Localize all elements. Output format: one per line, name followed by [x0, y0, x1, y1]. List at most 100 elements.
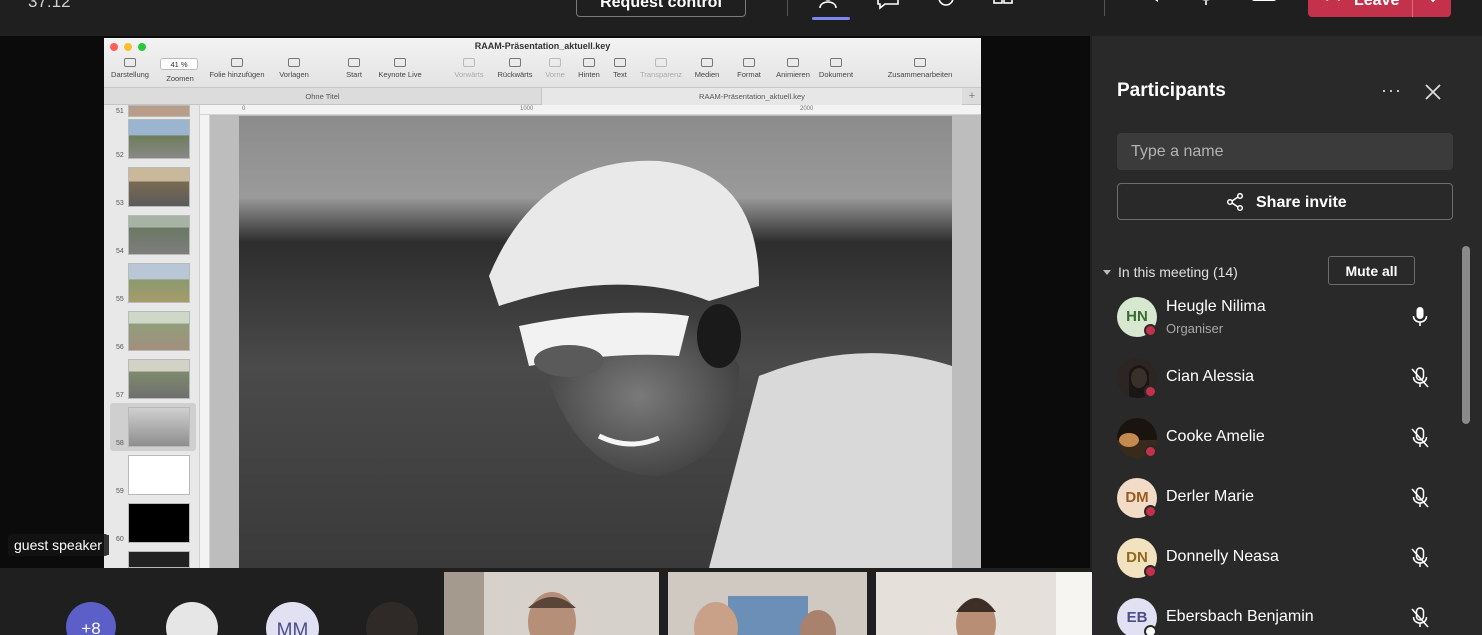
toolbar-text[interactable]: Text — [608, 58, 632, 79]
people-icon[interactable] — [818, 0, 844, 12]
reactions-icon[interactable] — [933, 0, 959, 12]
mute-all-button[interactable]: Mute all — [1328, 256, 1415, 285]
toolbar-zoomen: Zoomen — [162, 74, 198, 83]
participant-video-tile[interactable] — [668, 572, 867, 635]
toolbar-label: Darstellung — [111, 70, 149, 79]
transparency-icon — [655, 58, 667, 67]
slide-number: 53 — [116, 200, 124, 207]
leave-divider — [1412, 0, 1413, 17]
share-tray-icon[interactable] — [1251, 0, 1277, 12]
bring-forward-icon — [463, 58, 475, 67]
toolbar-vorne[interactable]: Vorne — [542, 58, 568, 79]
participant-search-input[interactable] — [1117, 133, 1453, 170]
keynote-window[interactable]: RAAM-Präsentation_aktuell.key Darstellun… — [104, 38, 981, 568]
mic-off-icon[interactable] — [1410, 427, 1430, 449]
slide-thumbnail[interactable] — [128, 551, 190, 568]
slide-thumbnail[interactable] — [128, 359, 190, 399]
mic-off-icon[interactable] — [1410, 547, 1430, 569]
slide-thumbnail[interactable] — [128, 503, 190, 543]
toolbar-zusammenarbeiten[interactable]: Zusammenarbeiten — [884, 58, 956, 79]
speaker-tag-tab — [104, 535, 109, 555]
participant-name: Donnelly Neasa — [1166, 548, 1279, 565]
mic-icon[interactable] — [1193, 0, 1219, 12]
status-badge — [1144, 324, 1157, 337]
toolbar-folie-hinzufuegen[interactable]: Folie hinzufügen — [206, 58, 268, 79]
in-meeting-section-header[interactable]: In this meeting (14) — [1103, 264, 1238, 280]
participant-video-tile[interactable] — [444, 572, 659, 635]
participant-row[interactable]: Cian Alessia — [1117, 356, 1447, 400]
chevron-down-icon[interactable] — [1426, 0, 1440, 6]
slide-navigator[interactable]: 51 52 53 54 55 56 57 58 59 60 — [104, 105, 200, 568]
more-icon[interactable] — [1048, 0, 1074, 12]
participant-photo-avatar[interactable] — [366, 602, 418, 635]
rooms-icon[interactable] — [990, 0, 1016, 12]
mic-on-icon[interactable] — [1410, 306, 1430, 328]
ruler-mark: 2000 — [800, 106, 814, 112]
slide-thumbnail[interactable] — [128, 455, 190, 495]
toolbar-medien[interactable]: Medien — [692, 58, 722, 79]
send-to-back-icon — [583, 58, 595, 67]
zoom-select[interactable]: 41 % — [160, 58, 198, 70]
toolbar-label: Vorne — [545, 70, 565, 79]
participant-row[interactable]: EB Ebersbach Benjamin — [1117, 596, 1447, 635]
document-icon — [830, 58, 842, 67]
toolbar-label: Folie hinzufügen — [209, 70, 265, 79]
toolbar-label: Start — [346, 70, 362, 79]
slide-number: 59 — [116, 488, 124, 495]
collaborate-icon — [914, 58, 926, 67]
participant-initials-avatar[interactable]: MM — [266, 602, 319, 635]
slide-thumbnail[interactable] — [128, 119, 190, 159]
toolbar-format[interactable]: Format — [734, 58, 764, 79]
participant-row[interactable]: Cooke Amelie — [1117, 416, 1447, 460]
toolbar-vorlagen[interactable]: Vorlagen — [276, 58, 312, 79]
participant-row[interactable]: HN Heugle Nilima Organiser — [1117, 295, 1447, 339]
slide-thumbnail[interactable] — [128, 167, 190, 207]
toolbar-hinten[interactable]: Hinten — [574, 58, 604, 79]
mic-off-icon[interactable] — [1410, 607, 1430, 629]
toolbar-label: Zoomen — [166, 74, 194, 83]
participant-video-tile[interactable] — [876, 572, 1092, 635]
request-control-button[interactable]: Request control — [576, 0, 746, 17]
participant-photo-avatar[interactable] — [166, 602, 218, 635]
mic-off-icon[interactable] — [1410, 487, 1430, 509]
shared-content-stage: RAAM-Präsentation_aktuell.key Darstellun… — [0, 36, 1090, 568]
tab-ohne-titel[interactable]: Ohne Titel — [104, 88, 542, 105]
slide-thumbnail[interactable] — [128, 105, 190, 117]
participant-row[interactable]: DN Donnelly Neasa — [1117, 536, 1447, 580]
toolbar-divider — [1104, 0, 1105, 16]
toolbar-transparenz[interactable]: Transparenz — [636, 58, 686, 79]
panel-more-options-button[interactable]: ··· — [1381, 80, 1405, 100]
toolbar-animieren[interactable]: Animieren — [774, 58, 812, 79]
overflow-participants-avatar[interactable]: +8 — [66, 602, 116, 635]
chat-icon[interactable] — [875, 0, 901, 12]
toolbar-vorwaerts[interactable]: Vorwärts — [450, 58, 488, 79]
participant-name: Ebersbach Benjamin — [1166, 608, 1314, 625]
vertical-ruler — [200, 115, 210, 568]
slide-thumbnail[interactable] — [128, 263, 190, 303]
text-icon — [614, 58, 626, 67]
slide-number: 55 — [116, 296, 124, 303]
toolbar-dokument[interactable]: Dokument — [816, 58, 856, 79]
toolbar-label: Format — [737, 70, 761, 79]
panel-title: Participants — [1117, 80, 1226, 101]
share-icon — [1226, 192, 1244, 212]
slide-number: 56 — [116, 344, 124, 351]
participant-name: Cooke Amelie — [1166, 428, 1265, 445]
toolbar-keynote-live[interactable]: Keynote Live — [374, 58, 426, 79]
toolbar-rueckwaerts[interactable]: Rückwärts — [494, 58, 536, 79]
participant-row[interactable]: DM Derler Marie — [1117, 476, 1447, 520]
toolbar-start[interactable]: Start — [340, 58, 368, 79]
share-invite-button[interactable]: Share invite — [1117, 183, 1453, 220]
new-tab-button[interactable]: + — [965, 90, 979, 103]
slide-thumbnail[interactable] — [128, 215, 190, 255]
tab-raam-praesentation[interactable]: RAAM-Präsentation_aktuell.key — [542, 88, 962, 105]
slide-thumbnail-selected[interactable] — [128, 407, 190, 447]
toolbar-darstellung[interactable]: Darstellung — [110, 58, 150, 79]
leave-button[interactable]: Leave — [1308, 0, 1451, 17]
camera-icon[interactable] — [1135, 0, 1161, 12]
panel-scrollbar[interactable] — [1462, 246, 1470, 424]
slide-thumbnail[interactable] — [128, 311, 190, 351]
keynote-document-title: RAAM-Präsentation_aktuell.key — [474, 41, 611, 51]
mic-off-icon[interactable] — [1410, 367, 1430, 389]
close-icon[interactable] — [1424, 83, 1442, 101]
